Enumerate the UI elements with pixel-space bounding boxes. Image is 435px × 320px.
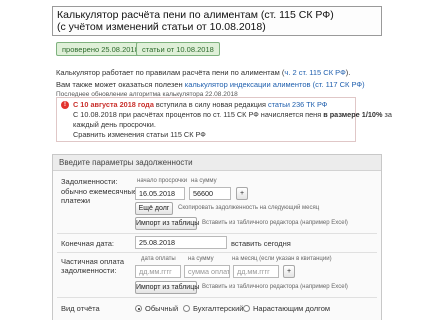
partial-label-2: задолженности: bbox=[61, 266, 117, 275]
page-subtitle: (с учётом изменений статьи от 10.08.2018… bbox=[57, 21, 266, 33]
import-debt-hint: Вставить из табличного редактора (наприм… bbox=[202, 220, 348, 226]
compare-link[interactable]: Сравнить изменения статьи 115 СК РФ bbox=[73, 130, 206, 140]
alert-icon: ! bbox=[61, 101, 69, 109]
article-236-link[interactable]: статьи 236 ТК РФ bbox=[268, 100, 327, 109]
report-label: Вид отчёта bbox=[61, 304, 100, 313]
end-date-input[interactable]: 25.08.2018 bbox=[135, 236, 227, 249]
page-title-box: Калькулятор расчёта пени по алиментам (с… bbox=[52, 6, 382, 36]
divider bbox=[57, 233, 377, 234]
page-title: Калькулятор расчёта пени по алиментам (с… bbox=[57, 9, 334, 21]
indexation-link[interactable]: калькулятор индексации алиментов (ст. 11… bbox=[185, 80, 365, 89]
partial-date-input[interactable]: дд.мм.гггг bbox=[135, 265, 181, 278]
article-badge[interactable]: статьи от 10.08.2018 bbox=[136, 42, 220, 56]
useful-paragraph: Вам также может оказаться полезен кальку… bbox=[56, 80, 365, 89]
add-debt-plus-button[interactable]: + bbox=[236, 187, 248, 200]
debt-sublabel-2: платежи bbox=[61, 196, 91, 205]
divider bbox=[57, 252, 377, 253]
notice-line-1: С 10 августа 2018 года вступила в силу н… bbox=[73, 100, 328, 109]
debt-date-input[interactable]: 16.05.2018 bbox=[135, 187, 185, 200]
report-option-accounting[interactable]: Бухгалтерский bbox=[193, 304, 243, 313]
params-panel: Введите параметры задолженности Задолжен… bbox=[52, 154, 382, 320]
checked-badge: проверено 25.08.2018 bbox=[56, 42, 145, 56]
import-payment-button[interactable]: Импорт из таблицы bbox=[135, 281, 199, 294]
partial-sum-hint: на сумму bbox=[188, 256, 214, 262]
end-date-label: Конечная дата: bbox=[61, 239, 114, 248]
report-option-cumulative[interactable]: Нарастающим долгом bbox=[253, 304, 330, 313]
notice-box: ! С 10 августа 2018 года вступила в силу… bbox=[56, 97, 392, 142]
panel-header: Введите параметры задолженности bbox=[53, 155, 381, 171]
notice-line-2: С 10.08.2018 при расчётах процентов по с… bbox=[73, 110, 392, 119]
more-debt-hint: Скопировать задолженность на следующий м… bbox=[178, 205, 320, 211]
notice-line-3: каждый день просрочки. bbox=[73, 120, 156, 129]
partial-label-1: Частичная оплата bbox=[61, 257, 125, 266]
add-payment-plus-button[interactable]: + bbox=[283, 265, 295, 278]
rules-paragraph: Калькулятор работает по правилам расчёта… bbox=[56, 68, 351, 77]
divider bbox=[57, 297, 377, 298]
rules-link[interactable]: ч. 2 ст. 115 СК РФ bbox=[284, 68, 345, 77]
import-debt-button[interactable]: Импорт из таблицы bbox=[135, 217, 199, 230]
debt-start-hint: начало просрочки bbox=[137, 178, 188, 184]
insert-today-link[interactable]: вставить сегодня bbox=[231, 239, 291, 248]
report-option-ordinary-radio[interactable] bbox=[135, 305, 142, 312]
debt-sublabel-1: обычно ежемесячные bbox=[61, 187, 138, 196]
more-debt-button[interactable]: Ещё долг bbox=[135, 202, 173, 215]
partial-month-hint: на месяц (если указан в квитанции) bbox=[232, 256, 332, 262]
debt-sum-hint: на сумму bbox=[191, 178, 217, 184]
report-option-cumulative-radio[interactable] bbox=[243, 305, 250, 312]
report-option-ordinary[interactable]: Обычный bbox=[145, 304, 178, 313]
import-payment-hint: Вставить из табличного редактора (наприм… bbox=[202, 284, 348, 290]
report-option-accounting-radio[interactable] bbox=[183, 305, 190, 312]
partial-sum-input[interactable]: сумма оплаты bbox=[184, 265, 230, 278]
debt-label: Задолженности: bbox=[61, 177, 118, 186]
partial-date-hint: дата оплаты bbox=[141, 256, 176, 262]
partial-month-input[interactable]: дд.мм.гггг bbox=[233, 265, 279, 278]
debt-sum-input[interactable]: 56600 bbox=[189, 187, 231, 200]
